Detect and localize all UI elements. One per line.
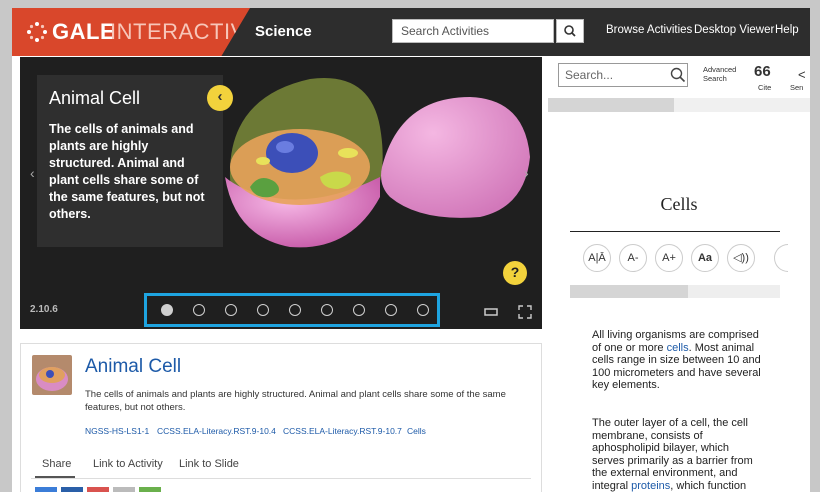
advanced-search-link[interactable]: Advanced Search — [703, 65, 736, 83]
title-divider — [570, 231, 780, 232]
active-tab-indicator — [35, 476, 75, 478]
activity-title[interactable]: Animal Cell — [85, 356, 181, 378]
windowed-mode-icon[interactable] — [484, 307, 498, 317]
desktop-viewer-link[interactable]: Desktop Viewer — [694, 24, 774, 36]
increase-font-button[interactable]: A+ — [655, 244, 683, 272]
previous-slide-arrow-icon[interactable]: ‹ — [30, 165, 35, 181]
share-button-1[interactable] — [35, 487, 57, 492]
slide-dot-5[interactable] — [289, 304, 301, 316]
collapse-panel-button[interactable]: ‹ — [207, 85, 233, 111]
toolbar-scrollbar[interactable] — [570, 285, 780, 298]
slide-title: Animal Cell — [49, 88, 141, 108]
standard-tag[interactable]: CCSS.ELA-Literacy.RST.9-10.7 — [283, 426, 402, 436]
reader-horizontal-scrollbar[interactable] — [548, 98, 810, 112]
slide-dot-7[interactable] — [353, 304, 365, 316]
question-mark-icon: ? — [510, 264, 520, 280]
gale-logo-icon — [27, 22, 47, 42]
slide-dot-4[interactable] — [257, 304, 269, 316]
top-navigation-bar: GALE INTERACTIVE Science Search Activiti… — [12, 8, 810, 56]
slide-dot-9[interactable] — [417, 304, 429, 316]
slide-pagination — [144, 293, 440, 327]
tab-link-to-slide[interactable]: Link to Slide — [179, 458, 239, 470]
document-title: Cells — [660, 194, 698, 214]
slide-description: The cells of animals and plants are high… — [49, 122, 205, 221]
help-button[interactable]: ? — [503, 261, 527, 285]
activity-search-button[interactable] — [556, 19, 584, 43]
activity-description: The cells of animals and plants are high… — [85, 389, 506, 413]
share-button-4[interactable] — [113, 487, 135, 492]
standard-tag[interactable]: CCSS.ELA-Literacy.RST.9-10.4 — [157, 426, 276, 436]
tab-link-to-activity[interactable]: Link to Activity — [93, 458, 163, 470]
share-button-3[interactable] — [87, 487, 109, 492]
cite-icon[interactable]: 66 — [754, 63, 771, 80]
advanced-search-label-2: Search — [703, 74, 727, 83]
activity-search-input[interactable]: Search Activities — [392, 19, 554, 43]
search-icon[interactable] — [670, 67, 686, 83]
slide-dot-6[interactable] — [321, 304, 333, 316]
paragraph-2: The outer layer of a cell, the cell memb… — [592, 417, 764, 492]
tab-divider — [31, 478, 531, 479]
share-button-5[interactable] — [139, 487, 161, 492]
next-slide-arrow-icon[interactable]: › — [524, 165, 529, 181]
reader-search-input[interactable]: Search... — [558, 63, 688, 87]
slide-dot-1[interactable] — [161, 304, 173, 316]
logo-text-gale: GALE — [52, 19, 116, 44]
paragraph-1: All living organisms are comprised of on… — [592, 329, 764, 392]
slide-dot-3[interactable] — [225, 304, 237, 316]
cells-link[interactable]: cells — [667, 342, 689, 354]
slide-dot-8[interactable] — [385, 304, 397, 316]
more-tools-button[interactable] — [774, 244, 788, 272]
listen-button[interactable]: ◁)) — [727, 244, 755, 272]
decrease-font-button[interactable]: A- — [619, 244, 647, 272]
share-button-2[interactable] — [61, 487, 83, 492]
standard-tag[interactable]: Cells — [407, 426, 426, 436]
activity-card: Animal Cell The cells of animals and pla… — [20, 343, 542, 492]
send-icon[interactable]: < — [798, 67, 806, 82]
cell-thumbnail-image — [36, 367, 68, 391]
standard-tag[interactable]: NGSS-HS-LS1-1 — [85, 426, 149, 436]
font-style-button[interactable]: Aa — [691, 244, 719, 272]
scrollbar-thumb[interactable] — [548, 98, 674, 112]
activity-thumbnail[interactable] — [32, 355, 72, 395]
proteins-link[interactable]: proteins — [631, 480, 670, 492]
tab-share[interactable]: Share — [42, 458, 71, 470]
reader-panel: Search... Advanced Search 66 Cite < Sen … — [548, 57, 810, 492]
activity-viewer[interactable]: Animal Cell The cells of animals and pla… — [20, 57, 542, 329]
section-title: Science — [255, 23, 312, 40]
fullscreen-icon[interactable] — [518, 305, 532, 319]
logo-text-interactive: INTERACTIVE — [110, 19, 261, 44]
advanced-search-label-1: Advanced — [703, 65, 737, 74]
send-label: Sen — [790, 83, 804, 92]
slide-info-panel: Animal Cell The cells of animals and pla… — [37, 75, 223, 247]
help-link[interactable]: Help — [775, 24, 799, 36]
browse-activities-link[interactable]: Browse Activities — [606, 24, 692, 36]
search-icon — [564, 25, 576, 37]
gale-logo[interactable]: GALE INTERACTIVE — [12, 8, 250, 56]
slide-dot-2[interactable] — [193, 304, 205, 316]
app-window: GALE INTERACTIVE Science Search Activiti… — [12, 8, 810, 492]
cite-label: Cite — [758, 83, 772, 92]
scrollbar-thumb[interactable] — [570, 285, 688, 298]
translate-button[interactable]: A|Ā — [583, 244, 611, 272]
version-label: 2.10.6 — [30, 304, 58, 315]
